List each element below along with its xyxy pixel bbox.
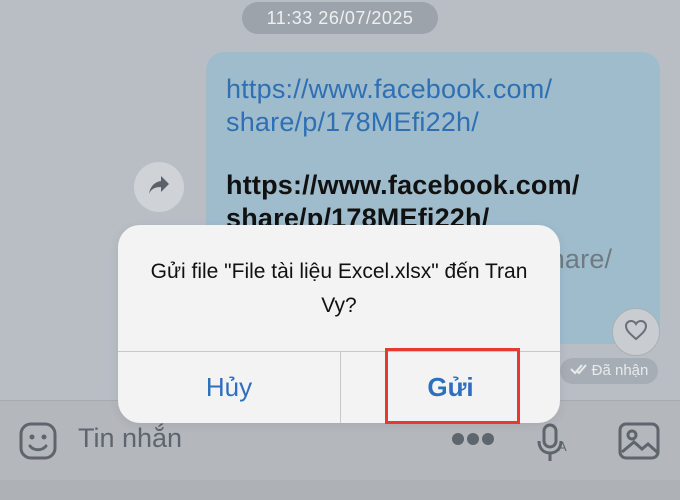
check-icon: [569, 358, 588, 384]
svg-text:A: A: [558, 439, 567, 454]
delivery-status-label: Đã nhận: [591, 362, 649, 379]
delivery-status: Đã nhận: [560, 358, 658, 384]
message-text-line-1: https://www.facebook.com/: [226, 170, 580, 200]
image-icon[interactable]: [618, 422, 660, 465]
send-button-highlight: [385, 348, 520, 424]
bottom-bar: [0, 480, 680, 500]
heart-icon: [624, 319, 648, 346]
message-input[interactable]: Tin nhắn: [78, 423, 182, 454]
cancel-button[interactable]: Hủy: [118, 352, 340, 423]
message-timestamp: 11:33 26/07/2025: [242, 2, 438, 34]
dialog-message: Gửi file "File tài liệu Excel.xlsx" đến …: [150, 260, 528, 317]
more-icon[interactable]: [450, 429, 496, 454]
emoji-icon[interactable]: [18, 421, 58, 466]
mic-icon[interactable]: A: [536, 423, 570, 468]
message-link-line-2[interactable]: share/p/178MEfi22h/: [226, 107, 479, 138]
react-button[interactable]: [612, 308, 660, 356]
message-link-line-1[interactable]: https://www.facebook.com/: [226, 74, 552, 105]
forward-button[interactable]: [134, 162, 184, 212]
share-icon: [147, 174, 171, 201]
